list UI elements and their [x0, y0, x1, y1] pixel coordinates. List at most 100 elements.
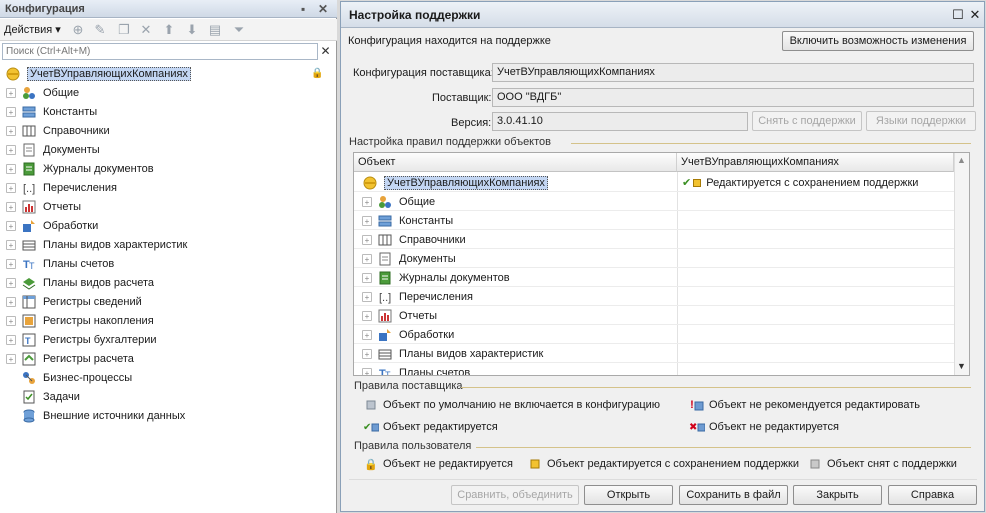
tree-item[interactable]: + Отчеты: [0, 197, 335, 216]
legend-not-editable: ✖ Объект не редактируется: [689, 421, 839, 433]
expand-icon[interactable]: +: [6, 163, 16, 174]
table-row[interactable]: УчетВУправляющихКомпаниях ✔ Редактируетс…: [354, 173, 954, 192]
edit-icon[interactable]: ✎: [92, 22, 108, 38]
tree-item[interactable]: Бизнес-процессы: [0, 368, 335, 387]
expand-icon[interactable]: +: [362, 215, 372, 226]
copy-icon[interactable]: ❐: [116, 22, 132, 38]
compare-merge-button[interactable]: Сравнить, объединить: [451, 485, 579, 505]
tree-item[interactable]: + Планы видов характеристик: [0, 235, 335, 254]
expand-icon[interactable]: +: [6, 182, 16, 193]
table-row[interactable]: + Обработки: [354, 325, 954, 344]
actions-menu[interactable]: Действия ▾: [4, 23, 61, 36]
tree-item[interactable]: + [..] Перечисления: [0, 178, 335, 197]
table-row[interactable]: + Журналы документов: [354, 268, 954, 287]
tree-item[interactable]: + Справочники: [0, 121, 335, 140]
expand-icon[interactable]: +: [6, 296, 16, 307]
expand-icon[interactable]: +: [6, 239, 16, 250]
table-row[interactable]: + Документы: [354, 249, 954, 268]
close-icon[interactable]: ✕: [968, 8, 982, 22]
pin-icon[interactable]: ▪: [301, 2, 305, 16]
configuration-icon: [362, 176, 378, 190]
maximize-icon[interactable]: ☐: [951, 8, 965, 22]
enable-changes-button[interactable]: Включить возможность изменения: [782, 31, 974, 51]
support-languages-button[interactable]: Языки поддержки: [866, 111, 976, 131]
scroll-up-icon[interactable]: ▲: [957, 155, 966, 165]
info-registers-icon: [21, 295, 37, 309]
tree-item[interactable]: + Регистры сведений: [0, 292, 335, 311]
expand-icon[interactable]: +: [362, 253, 372, 264]
journals-icon: [377, 271, 393, 285]
expand-icon[interactable]: +: [6, 87, 16, 98]
tree-item-label: Регистры бухгалтерии: [43, 333, 157, 346]
expand-icon[interactable]: +: [6, 106, 16, 117]
expand-icon[interactable]: +: [362, 348, 372, 359]
table-row[interactable]: + Общие: [354, 192, 954, 211]
grid-object-label: Общие: [399, 195, 436, 208]
expand-icon[interactable]: +: [362, 329, 372, 340]
tree-item[interactable]: + T T Планы счетов: [0, 254, 335, 273]
expand-icon[interactable]: +: [6, 334, 16, 345]
expand-icon[interactable]: +: [362, 367, 372, 375]
group-divider: [571, 143, 971, 144]
vendor-config-field[interactable]: УчетВУправляющихКомпаниях: [492, 63, 974, 82]
expand-icon[interactable]: +: [362, 310, 372, 321]
grid-object-label: Планы счетов: [399, 366, 471, 376]
tree-item[interactable]: Внешние источники данных: [0, 406, 335, 425]
column-header-object[interactable]: Объект: [354, 153, 677, 172]
expand-icon[interactable]: +: [362, 196, 372, 207]
user-rules-title: Правила пользователя: [354, 440, 472, 452]
table-row[interactable]: + Справочники: [354, 230, 954, 249]
column-header-config[interactable]: УчетВУправляющихКомпаниях: [677, 153, 954, 172]
tree-root[interactable]: УчетВУправляющихКомпаниях 🔒: [0, 64, 335, 83]
grid-object-label: Константы: [399, 214, 454, 227]
reports-icon: [377, 309, 393, 323]
save-to-file-button[interactable]: Сохранить в файл: [679, 485, 788, 505]
tree-item[interactable]: + T Регистры бухгалтерии: [0, 330, 335, 349]
open-button[interactable]: Открыть: [584, 485, 673, 505]
expand-icon[interactable]: +: [362, 234, 372, 245]
expand-icon[interactable]: +: [6, 353, 16, 364]
filter-icon[interactable]: ⏷: [231, 22, 247, 38]
table-row[interactable]: + Константы: [354, 211, 954, 230]
tree-item[interactable]: + Общие: [0, 83, 335, 102]
help-button[interactable]: Справка: [888, 485, 977, 505]
tree-item[interactable]: + Обработки: [0, 216, 335, 235]
expand-icon[interactable]: +: [6, 277, 16, 288]
scroll-down-icon[interactable]: ▼: [957, 361, 966, 371]
clear-search-icon[interactable]: ✕: [318, 43, 333, 60]
expand-icon[interactable]: +: [6, 201, 16, 212]
table-scrollbar[interactable]: ▲ ▼: [954, 153, 969, 375]
close-button[interactable]: Закрыть: [793, 485, 882, 505]
expand-icon[interactable]: +: [6, 220, 16, 231]
move-down-icon[interactable]: ⬇: [184, 22, 200, 38]
table-row[interactable]: + Планы видов характеристик: [354, 344, 954, 363]
expand-icon[interactable]: +: [6, 315, 16, 326]
tree-item[interactable]: Задачи: [0, 387, 335, 406]
tree-item[interactable]: + Документы: [0, 140, 335, 159]
version-field[interactable]: 3.0.41.10: [492, 112, 748, 131]
expand-icon[interactable]: +: [6, 144, 16, 155]
expand-icon[interactable]: +: [6, 258, 16, 269]
tree-item[interactable]: + Регистры накопления: [0, 311, 335, 330]
tree-item[interactable]: + Константы: [0, 102, 335, 121]
table-row[interactable]: + Отчеты: [354, 306, 954, 325]
table-row[interactable]: + [..] Перечисления: [354, 287, 954, 306]
support-rules-table[interactable]: Объект УчетВУправляющихКомпаниях УчетВУп…: [353, 152, 970, 376]
tree-item[interactable]: + Журналы документов: [0, 159, 335, 178]
sort-icon[interactable]: ▤: [207, 22, 223, 38]
vendor-field[interactable]: ООО "ВДГБ": [492, 88, 974, 107]
expand-icon[interactable]: +: [6, 125, 16, 136]
delete-icon[interactable]: ✕: [138, 22, 154, 38]
tree-item[interactable]: + Планы видов расчета: [0, 273, 335, 292]
legend-default-not-included: Объект по умолчанию не включается в конф…: [363, 398, 660, 412]
expand-icon[interactable]: +: [362, 272, 372, 283]
move-up-icon[interactable]: ⬆: [161, 22, 177, 38]
table-row[interactable]: + T T Планы счетов: [354, 363, 954, 376]
expand-icon[interactable]: +: [362, 291, 372, 302]
remove-support-button[interactable]: Снять с поддержки: [752, 111, 862, 131]
add-icon[interactable]: ⊕: [70, 22, 86, 38]
search-input[interactable]: [2, 43, 318, 60]
tree-item-label: Документы: [43, 143, 100, 156]
tree-item[interactable]: + Регистры расчета: [0, 349, 335, 368]
close-icon[interactable]: ✕: [318, 2, 328, 16]
